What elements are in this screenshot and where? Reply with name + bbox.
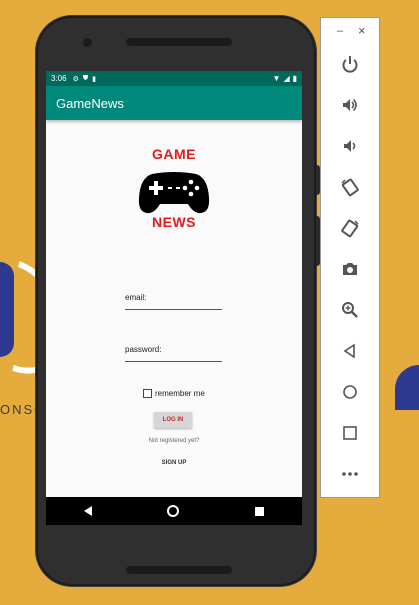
phone-screen: 3:06 ⚙ ⛊ ▮ ▼ ◢ ▮ GameNews GAME NEWS emai… xyxy=(46,71,302,525)
back-icon[interactable] xyxy=(338,339,362,363)
rotate-left-icon[interactable] xyxy=(338,175,362,199)
remember-me-checkbox[interactable] xyxy=(143,389,152,398)
settings-icon: ⚙ xyxy=(72,75,79,83)
wifi-icon: ▼ xyxy=(272,74,281,83)
logo-text-game: GAME xyxy=(152,146,196,162)
camera-icon[interactable] xyxy=(338,257,362,281)
email-input[interactable] xyxy=(125,289,226,311)
remember-me-row[interactable]: remember me xyxy=(143,389,205,398)
app-title: GameNews xyxy=(56,95,124,111)
phone-speaker xyxy=(126,38,232,46)
status-time: 3:06 xyxy=(51,74,67,83)
nav-overview-icon[interactable] xyxy=(255,506,265,516)
signup-button[interactable]: SIGN UP xyxy=(46,460,302,466)
login-button[interactable]: LOG IN xyxy=(154,412,192,428)
emulator-window-controls: – × xyxy=(321,23,379,39)
sd-card-icon: ▮ xyxy=(92,75,96,83)
password-input[interactable] xyxy=(125,341,226,363)
not-registered-text: Not registered yet? xyxy=(148,438,200,444)
more-icon[interactable] xyxy=(338,462,362,486)
volume-up-icon[interactable] xyxy=(338,93,362,117)
volume-down-icon[interactable] xyxy=(338,134,362,158)
nav-home-icon[interactable] xyxy=(167,505,180,517)
home-icon[interactable] xyxy=(338,380,362,404)
app-bar: GameNews xyxy=(46,86,302,120)
shield-icon: ⛊ xyxy=(82,74,89,82)
phone-camera xyxy=(83,38,92,47)
phone-speaker-bottom xyxy=(126,566,232,574)
signal-icon: ◢ xyxy=(283,74,290,83)
overview-icon[interactable] xyxy=(338,421,362,445)
rotate-right-icon[interactable] xyxy=(338,216,362,240)
password-field[interactable]: password: xyxy=(125,341,226,363)
status-bar: 3:06 ⚙ ⛊ ▮ ▼ ◢ ▮ xyxy=(46,71,302,86)
logo-text-news: NEWS xyxy=(152,214,196,230)
gamepad-icon xyxy=(138,172,210,214)
email-field[interactable]: email: xyxy=(125,289,226,311)
zoom-icon[interactable] xyxy=(338,298,362,322)
emulator-toolbar: – × xyxy=(320,17,380,498)
navigation-bar xyxy=(46,497,302,525)
remember-me-label: remember me xyxy=(155,389,205,398)
minimize-icon[interactable]: – xyxy=(337,25,343,37)
background-shape-right xyxy=(395,365,419,410)
close-icon[interactable]: × xyxy=(358,23,366,38)
battery-icon: ▮ xyxy=(292,74,297,83)
power-icon[interactable] xyxy=(338,52,362,76)
nav-back-icon[interactable] xyxy=(83,506,92,516)
